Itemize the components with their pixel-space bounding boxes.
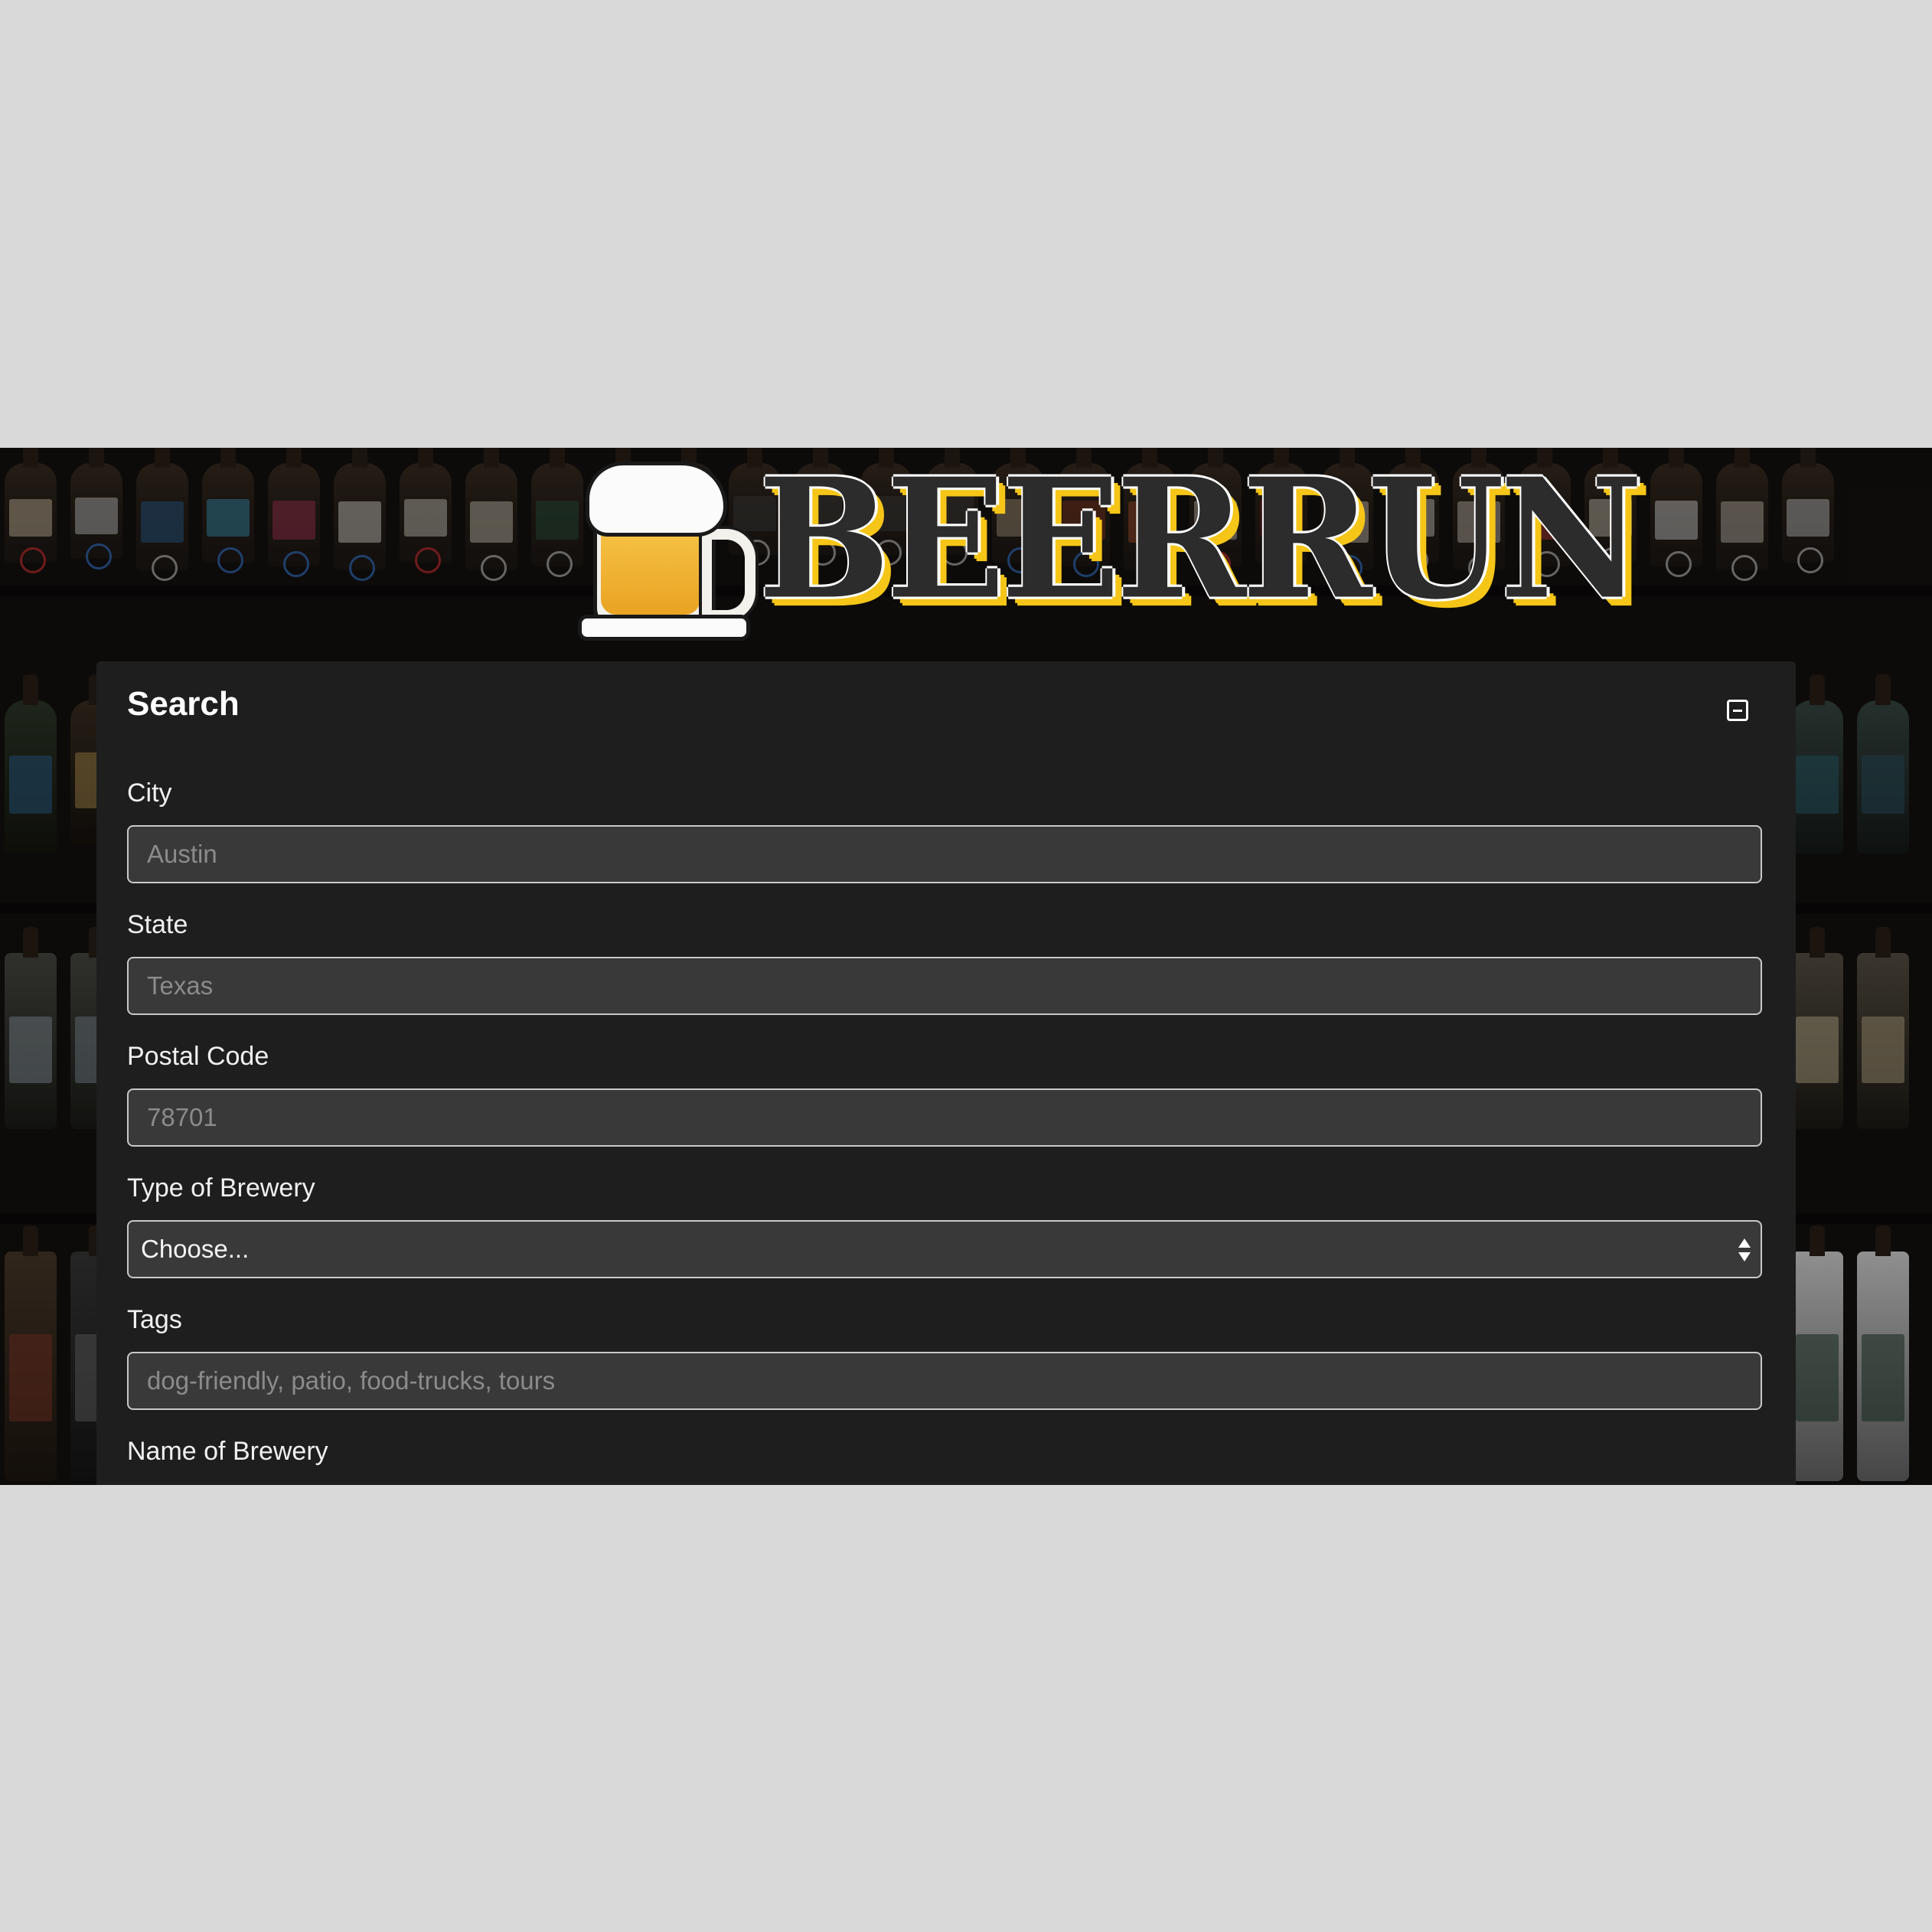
search-panel: Search City State Postal Code Type of Br… — [96, 661, 1796, 1485]
brewery-type-label: Type of Brewery — [127, 1173, 315, 1203]
state-input[interactable] — [127, 957, 1762, 1015]
city-input[interactable] — [127, 825, 1762, 883]
beer-run-logo: BEERRUN — [578, 448, 1643, 643]
search-panel-title: Search — [127, 685, 240, 723]
logo-wordmark: BEERRUN — [758, 448, 1643, 636]
brewery-type-select[interactable]: Choose... — [127, 1220, 1762, 1278]
brewery-type-field-group: Type of Brewery Choose... — [127, 1173, 1762, 1278]
city-label: City — [127, 778, 172, 808]
tags-label: Tags — [127, 1305, 182, 1334]
brewery-name-field-group: Name of Brewery — [127, 1436, 1762, 1467]
beer-mug-icon — [578, 454, 759, 641]
state-label: State — [127, 910, 188, 939]
city-field-group: City — [127, 778, 1762, 883]
select-arrows-icon — [1738, 1237, 1751, 1263]
minus-square-icon[interactable] — [1727, 700, 1748, 721]
tags-input[interactable] — [127, 1352, 1762, 1410]
search-panel-header: Search — [127, 681, 1765, 727]
brewery-type-selected-value: Choose... — [141, 1235, 250, 1263]
postal-code-input[interactable] — [127, 1088, 1762, 1147]
app-viewport: BEERRUN Search City State Postal Code Ty… — [0, 448, 1932, 1485]
state-field-group: State — [127, 909, 1762, 1015]
postal-code-field-group: Postal Code — [127, 1041, 1762, 1147]
brewery-name-label: Name of Brewery — [127, 1437, 328, 1466]
postal-code-label: Postal Code — [127, 1042, 269, 1071]
tags-field-group: Tags — [127, 1304, 1762, 1410]
